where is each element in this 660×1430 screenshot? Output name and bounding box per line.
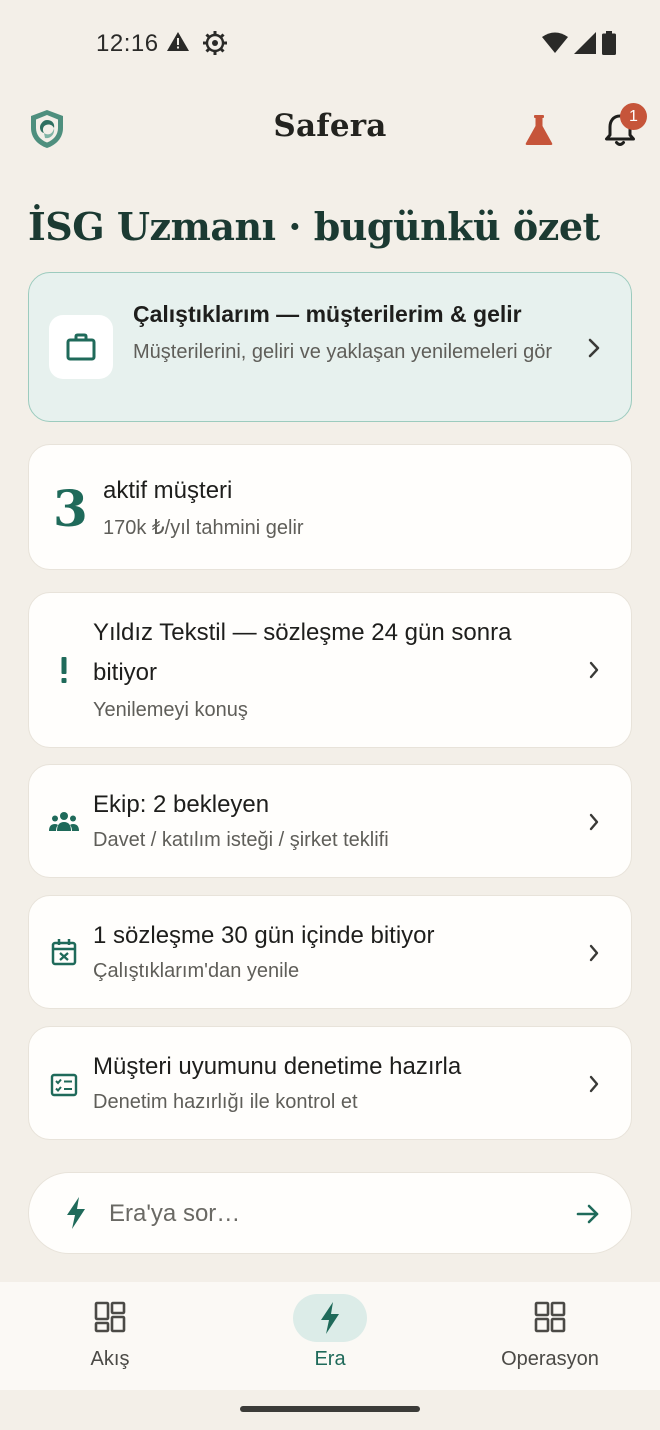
hero-subtitle: Müşterilerini, geliri ve yaklaşan yenile…: [133, 341, 553, 363]
active-clients-card: 3 aktif müşteri 170k ₺/yıl tahmini gelir: [28, 444, 632, 570]
team-pending-card[interactable]: Ekip: 2 bekleyen Davet / katılım isteği …: [28, 764, 632, 878]
flask-icon[interactable]: [521, 112, 557, 148]
hero-title: Çalıştıklarım — müşterilerim & gelir: [133, 301, 522, 327]
nav-label-feed: Akış: [90, 1348, 130, 1370]
chevron-right-icon: [588, 338, 600, 358]
grid-icon: [440, 1300, 660, 1336]
home-indicator[interactable]: [240, 1406, 420, 1412]
ask-era-input[interactable]: [109, 1195, 549, 1233]
chevron-right-icon: [589, 944, 599, 962]
bolt-icon: [220, 1302, 440, 1338]
bottom-nav: Akış Era Operasyon: [0, 1282, 660, 1390]
audit-subtitle: Denetim hazırlığı ile kontrol et: [93, 1091, 358, 1113]
exclamation-icon: [49, 655, 79, 685]
nav-label-era: Era: [314, 1348, 346, 1370]
send-arrow-icon[interactable]: [575, 1201, 601, 1227]
status-bar: 12:16: [0, 0, 660, 88]
calendar-x-icon: [49, 937, 79, 967]
checklist-icon: [49, 1070, 79, 1100]
clients-income-card[interactable]: Çalıştıklarım — müşterilerim & gelir Müş…: [28, 272, 632, 422]
audit-readiness-card[interactable]: Müşteri uyumunu denetime hazırla Denetim…: [28, 1026, 632, 1140]
team-title: Ekip: 2 bekleyen: [93, 791, 270, 818]
nav-item-operations[interactable]: Operasyon: [440, 1282, 660, 1390]
nav-item-era[interactable]: Era: [220, 1282, 440, 1390]
app-title: Safera: [273, 108, 387, 144]
signal-icon: [574, 32, 596, 54]
app-header: Safera: [0, 96, 660, 166]
battery-icon: [602, 31, 616, 55]
chevron-right-icon: [589, 813, 599, 831]
status-time: 12:16: [96, 30, 159, 57]
ask-era-bar: [28, 1172, 632, 1254]
page-title: İSG Uzmanı · bugünkü özet: [28, 204, 600, 249]
bolt-icon: [67, 1197, 85, 1229]
renew-subtitle: Çalıştıklarım'dan yenile: [93, 960, 300, 982]
nav-label-operations: Operasyon: [501, 1348, 599, 1370]
contract-expiry-alert-card[interactable]: Yıldız Tekstil — sözleşme 24 gün sonra b…: [28, 592, 632, 748]
status-indicators: [542, 31, 616, 55]
renew-title: 1 sözleşme 30 gün içinde bitiyor: [93, 922, 435, 949]
active-client-label: aktif müşteri: [103, 477, 233, 504]
group-icon: [49, 807, 79, 837]
nav-item-feed[interactable]: Akış: [0, 1282, 220, 1390]
grid-icon: [0, 1300, 220, 1336]
team-subtitle: Davet / katılım isteği / şirket teklifi: [93, 829, 389, 851]
notification-badge: 1: [620, 103, 647, 130]
audit-title: Müşteri uyumunu denetime hazırla: [93, 1053, 462, 1080]
contract-renewal-card[interactable]: 1 sözleşme 30 gün içinde bitiyor Çalıştı…: [28, 895, 632, 1009]
settings-gear-icon: [203, 31, 227, 55]
chevron-right-icon: [589, 661, 599, 679]
active-client-count: 3: [53, 479, 88, 538]
alert-subtitle: Yenilemeyi konuş: [93, 699, 248, 721]
warning-icon: [167, 32, 189, 51]
estimated-income: 170k ₺/yıl tahmini gelir: [103, 517, 304, 539]
alert-title: Yıldız Tekstil — sözleşme 24 gün sonra b…: [93, 619, 512, 686]
chevron-right-icon: [589, 1075, 599, 1093]
wifi-icon: [542, 32, 568, 53]
briefcase-icon: [66, 333, 96, 361]
hero-icon-box: [49, 315, 113, 379]
